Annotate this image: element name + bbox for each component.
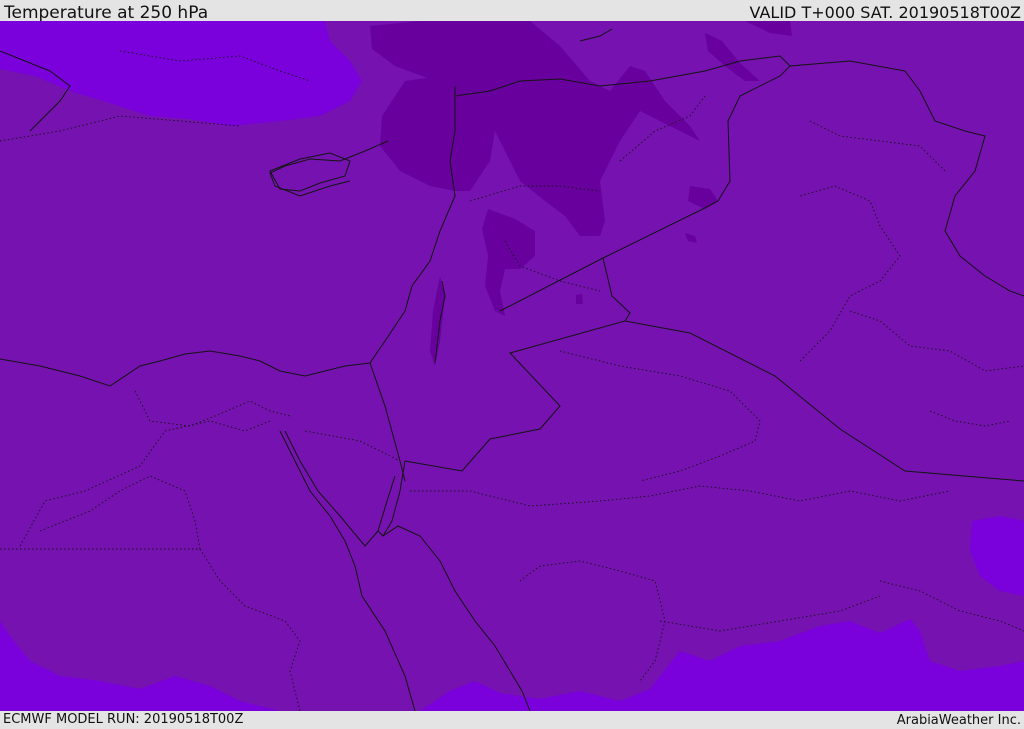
valid-time: VALID T+000 SAT. 20190518T00Z	[749, 3, 1021, 22]
map-canvas[interactable]	[0, 21, 1024, 711]
footer-bar: ECMWF MODEL RUN: 20190518T00Z ArabiaWeat…	[0, 711, 1024, 729]
map-svg	[0, 21, 1024, 711]
cold-blob-small-b	[576, 294, 583, 304]
map-title: Temperature at 250 hPa	[4, 3, 209, 23]
header-bar: Temperature at 250 hPa VALID T+000 SAT. …	[0, 0, 1024, 23]
model-run-label: ECMWF MODEL RUN: 20190518T00Z	[3, 712, 244, 727]
credit-label: ArabiaWeather Inc.	[896, 713, 1021, 728]
